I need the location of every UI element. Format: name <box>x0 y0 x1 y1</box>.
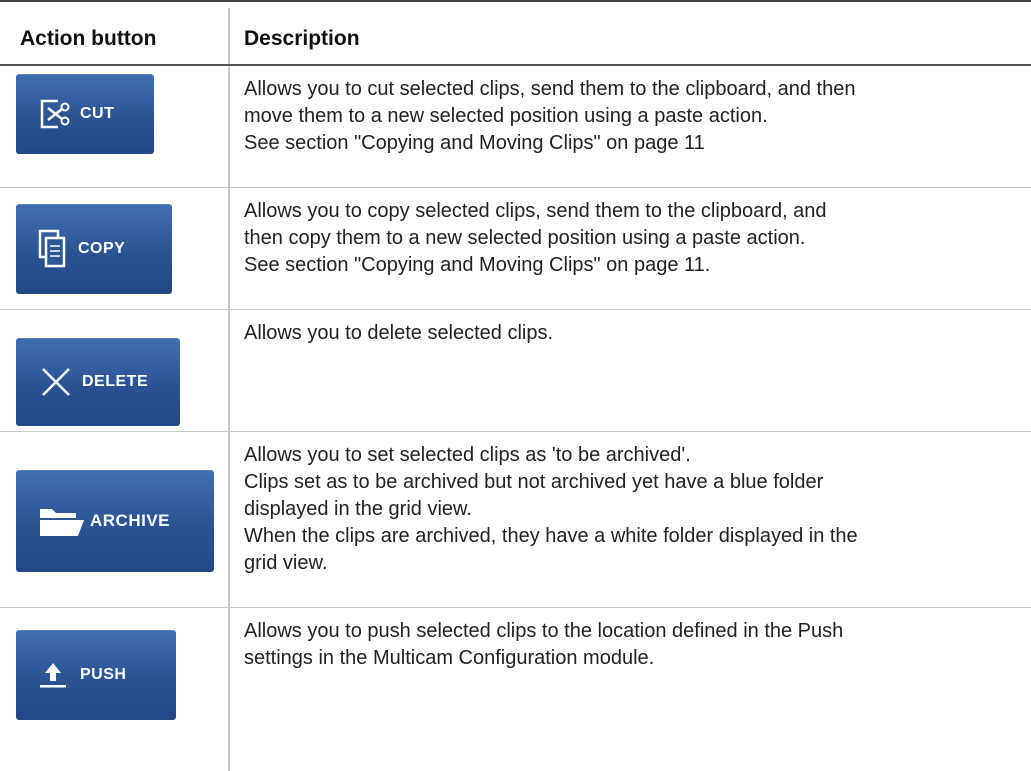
row-description: Allows you to cut selected clips, send t… <box>244 76 1009 157</box>
column-divider <box>228 608 230 771</box>
folder-icon <box>38 504 86 538</box>
header-action-button: Action button <box>20 27 157 50</box>
upload-icon <box>38 660 68 690</box>
description-line: then copy them to a new selected positio… <box>244 227 806 249</box>
table-row: CUT Allows you to cut selected clips, se… <box>0 66 1031 188</box>
description-line: Allows you to cut selected clips, send t… <box>244 78 856 100</box>
description-line: Allows you to copy selected clips, send … <box>244 200 827 222</box>
archive-button[interactable]: ARCHIVE <box>16 470 214 572</box>
x-icon <box>40 366 72 398</box>
description-line: When the clips are archived, they have a… <box>244 525 858 547</box>
description-line: displayed in the grid view. <box>244 498 472 520</box>
column-divider <box>228 188 230 310</box>
header-description: Description <box>244 27 360 50</box>
push-button[interactable]: PUSH <box>16 630 176 720</box>
description-line: settings in the Multicam Configuration m… <box>244 647 655 669</box>
archive-button-label: ARCHIVE <box>90 511 171 530</box>
row-description: Allows you to delete selected clips. <box>244 320 1009 347</box>
table-row: COPY Allows you to copy selected clips, … <box>0 188 1031 310</box>
row-description: Allows you to copy selected clips, send … <box>244 198 1009 279</box>
table-row: PUSH Allows you to push selected clips t… <box>0 608 1031 771</box>
copy-button-label: COPY <box>78 240 126 257</box>
table-row: ARCHIVE Allows you to set selected clips… <box>0 432 1031 608</box>
delete-button[interactable]: DELETE <box>16 338 180 426</box>
cut-button[interactable]: CUT <box>16 74 154 154</box>
description-line: Allows you to delete selected clips. <box>244 322 554 344</box>
table-row: DELETE Allows you to delete selected cli… <box>0 310 1031 432</box>
description-line: See section "Copying and Moving Clips" o… <box>244 254 711 276</box>
row-description: Allows you to set selected clips as 'to … <box>244 442 1009 577</box>
description-line: See section "Copying and Moving Clips" o… <box>244 132 705 154</box>
column-divider <box>228 310 230 432</box>
description-line: Allows you to set selected clips as 'to … <box>244 444 691 466</box>
cut-button-label: CUT <box>80 105 115 122</box>
copy-button[interactable]: COPY <box>16 204 172 294</box>
description-line: move them to a new selected position usi… <box>244 105 768 127</box>
description-line: Clips set as to be archived but not arch… <box>244 471 824 493</box>
row-description: Allows you to push selected clips to the… <box>244 618 1009 672</box>
delete-button-label: DELETE <box>82 373 149 390</box>
top-rule <box>0 0 1031 2</box>
description-line: grid view. <box>244 552 328 574</box>
column-divider <box>228 66 230 188</box>
description-line: Allows you to push selected clips to the… <box>244 620 844 642</box>
push-button-label: PUSH <box>80 666 127 683</box>
column-divider <box>228 432 230 608</box>
scissors-icon <box>38 97 74 131</box>
table-header: Action button Description <box>0 8 1031 66</box>
column-divider <box>228 8 230 66</box>
copy-icon <box>38 229 68 269</box>
